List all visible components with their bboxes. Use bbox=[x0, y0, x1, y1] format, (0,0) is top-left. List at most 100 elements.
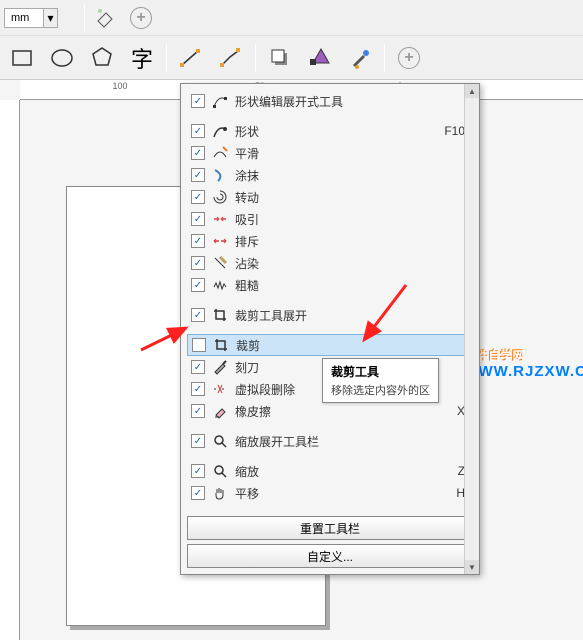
repel-icon bbox=[211, 232, 229, 250]
menu-item-label: 涂抹 bbox=[235, 167, 469, 184]
crop-group-icon bbox=[211, 306, 229, 324]
checkbox[interactable]: ✓ bbox=[191, 124, 205, 138]
menu-item-smooth[interactable]: ✓ 平滑 bbox=[187, 142, 473, 164]
watermark: 软件自学网 WWW.RJZXW.COM bbox=[463, 346, 583, 380]
menu-separator bbox=[187, 326, 473, 334]
menu-item-eraser[interactable]: ✓橡皮擦X bbox=[187, 400, 473, 422]
eraser-icon bbox=[211, 402, 229, 420]
scroll-down-arrow[interactable]: ▼ bbox=[465, 560, 479, 574]
menu-item-label: 排斥 bbox=[235, 233, 469, 250]
separator bbox=[384, 44, 385, 72]
transparency-tool-icon[interactable] bbox=[304, 42, 336, 74]
menu-item-label: 粗糙 bbox=[235, 277, 469, 294]
menu-separator bbox=[187, 422, 473, 430]
checkbox[interactable]: ✓ bbox=[191, 464, 205, 478]
knife-icon bbox=[211, 358, 229, 376]
shadow-tool-icon[interactable] bbox=[264, 42, 296, 74]
menu-item-zoom-group[interactable]: ✓ 缩放展开工具栏 bbox=[187, 430, 473, 452]
vseg-icon bbox=[211, 380, 229, 398]
twirl-icon bbox=[211, 188, 229, 206]
menu-item-crop-group[interactable]: ✓裁剪工具展开 bbox=[187, 304, 473, 326]
smear-icon bbox=[211, 166, 229, 184]
pan-icon bbox=[211, 484, 229, 502]
tooltip-title: 裁剪工具 bbox=[331, 363, 430, 380]
menu-item-label: 缩放 bbox=[235, 463, 452, 480]
checkbox[interactable]: ✓ bbox=[191, 382, 205, 396]
menu-item-shape[interactable]: ✓形状F10 bbox=[187, 120, 473, 142]
menu-item-attract[interactable]: ✓ 吸引 bbox=[187, 208, 473, 230]
text-tool-icon[interactable]: 字 bbox=[126, 42, 158, 74]
toolbar-row-1: mm ▾ + bbox=[0, 0, 583, 36]
separator bbox=[84, 4, 85, 32]
unit-dropdown-arrow[interactable]: ▾ bbox=[44, 8, 58, 28]
scroll-thumb[interactable] bbox=[467, 104, 477, 154]
menu-item-label: 缩放展开工具栏 bbox=[235, 433, 469, 450]
menu-item-label: 形状 bbox=[235, 123, 438, 140]
checkbox[interactable]: ✓ bbox=[191, 94, 205, 108]
menu-separator bbox=[187, 296, 473, 304]
ruler-label: 100 bbox=[112, 81, 127, 91]
menu-item-label: 平移 bbox=[235, 485, 450, 502]
polygon-tool-icon[interactable] bbox=[86, 42, 118, 74]
separator bbox=[166, 44, 167, 72]
crop-icon bbox=[212, 336, 230, 354]
watermark-url: WWW.RJZXW.COM bbox=[463, 363, 583, 380]
menu-item-stain[interactable]: ✓ 沾染 bbox=[187, 252, 473, 274]
checkbox[interactable]: ✓ bbox=[191, 168, 205, 182]
menu-item-label: 形状编辑展开式工具 bbox=[235, 93, 469, 110]
dimension-tool-icon[interactable] bbox=[175, 42, 207, 74]
rectangle-tool-icon[interactable] bbox=[6, 42, 38, 74]
scroll-up-arrow[interactable]: ▲ bbox=[465, 84, 479, 98]
annotation-arrow-2 bbox=[356, 280, 416, 350]
menu-separator bbox=[187, 452, 473, 460]
checkbox[interactable]: ✓ bbox=[191, 404, 205, 418]
unit-select[interactable]: mm bbox=[4, 8, 44, 28]
attract-icon bbox=[211, 210, 229, 228]
stain-icon bbox=[211, 254, 229, 272]
menu-scrollbar[interactable]: ▲ ▼ bbox=[464, 84, 479, 574]
checkbox[interactable]: ✓ bbox=[191, 234, 205, 248]
menu-item-crop[interactable]: 裁剪 bbox=[187, 334, 473, 356]
reset-toolbar-button[interactable]: 重置工具栏 bbox=[187, 516, 473, 540]
tooltip-description: 移除选定内容外的区 bbox=[331, 382, 430, 398]
menu-item-zoom[interactable]: ✓缩放Z bbox=[187, 460, 473, 482]
ellipse-tool-icon[interactable] bbox=[46, 42, 78, 74]
zoom-icon bbox=[211, 462, 229, 480]
tooltip: 裁剪工具 移除选定内容外的区 bbox=[322, 358, 439, 403]
checkbox[interactable]: ✓ bbox=[191, 360, 205, 374]
add-toolbar-icon[interactable]: + bbox=[393, 42, 425, 74]
menu-item-label: 吸引 bbox=[235, 211, 469, 228]
menu-item-label: 沾染 bbox=[235, 255, 469, 272]
eyedropper-tool-icon[interactable] bbox=[344, 42, 376, 74]
menu-item-smear[interactable]: ✓ 涂抹 bbox=[187, 164, 473, 186]
menu-item-shape-edit[interactable]: ✓ 形状编辑展开式工具 bbox=[187, 90, 473, 112]
shape-icon bbox=[211, 122, 229, 140]
menu-separator bbox=[187, 112, 473, 120]
shape-edit-icon bbox=[211, 92, 229, 110]
tool-customize-menu: ✓形状编辑展开式工具✓形状F10✓平滑✓涂抹✓转动✓吸引✓排斥✓沾染✓粗糙✓裁剪… bbox=[180, 83, 480, 575]
add-tool-icon[interactable]: + bbox=[125, 2, 157, 34]
connector-tool-icon[interactable] bbox=[215, 42, 247, 74]
checkbox[interactable]: ✓ bbox=[191, 190, 205, 204]
toolbar-row-2: 字 + bbox=[0, 36, 583, 80]
smooth-icon bbox=[211, 144, 229, 162]
menu-item-pan[interactable]: ✓平移H bbox=[187, 482, 473, 504]
checkbox[interactable]: ✓ bbox=[191, 212, 205, 226]
zoom-group-icon bbox=[211, 432, 229, 450]
menu-item-label: 转动 bbox=[235, 189, 469, 206]
menu-item-label: 平滑 bbox=[235, 145, 469, 162]
watermark-title: 软件自学网 bbox=[463, 346, 583, 363]
menu-item-label: 裁剪工具展开 bbox=[235, 307, 469, 324]
roughen-icon bbox=[211, 276, 229, 294]
menu-item-label: 裁剪 bbox=[236, 337, 468, 354]
customize-button[interactable]: 自定义... bbox=[187, 544, 473, 568]
checkbox[interactable]: ✓ bbox=[191, 486, 205, 500]
checkbox[interactable]: ✓ bbox=[191, 256, 205, 270]
menu-item-repel[interactable]: ✓ 排斥 bbox=[187, 230, 473, 252]
checkbox[interactable]: ✓ bbox=[191, 146, 205, 160]
checkbox[interactable]: ✓ bbox=[191, 434, 205, 448]
fill-tool-icon[interactable] bbox=[89, 2, 121, 34]
menu-item-twirl[interactable]: ✓ 转动 bbox=[187, 186, 473, 208]
checkbox[interactable]: ✓ bbox=[191, 278, 205, 292]
menu-item-roughen[interactable]: ✓ 粗糙 bbox=[187, 274, 473, 296]
